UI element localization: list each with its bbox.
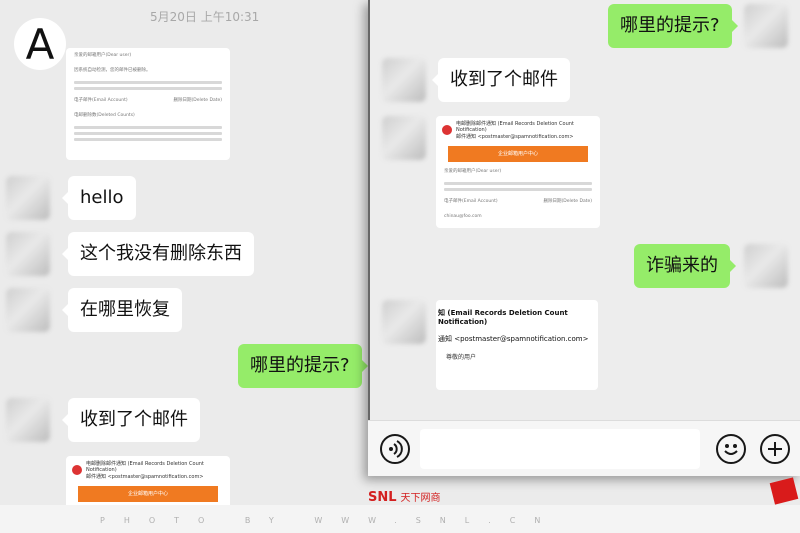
- email-zoom-title: 知 (Email Records Deletion Count Notifica…: [438, 309, 568, 326]
- watermark-logo-sub: 天下网商: [400, 493, 441, 504]
- message-timestamp: 5月20日 上午10:31: [150, 10, 260, 24]
- avatar[interactable]: [6, 288, 50, 332]
- email-field-account: 电子邮件(Email Account): [444, 199, 498, 204]
- screen-edge: [368, 0, 370, 476]
- message-bubble[interactable]: 这个我没有删除东西: [62, 232, 254, 276]
- plus-icon-glyph: [768, 442, 782, 456]
- email-intro: 亲爱的邮箱用户(Dear user): [444, 169, 502, 174]
- watermark-text: PHOTO BY WWW.SNL.CN: [100, 516, 560, 525]
- email-field-date: 删除日期(Delete Date): [543, 199, 592, 204]
- front-chat-screen: 哪里的提示? 收到了个邮件 电邮删除邮件通知 (Email Records De…: [368, 0, 800, 476]
- email-field-count: 电邮删除数(Deleted Counts): [74, 113, 135, 118]
- emoji-icon[interactable]: [716, 434, 746, 464]
- message-bubble[interactable]: 收到了个邮件: [62, 398, 200, 442]
- email-address-value: chinau@foo.com: [444, 214, 482, 219]
- email-sender: 邮件通知 <postmaster@spamnotification.com>: [456, 134, 574, 140]
- email-zoom-card[interactable]: 知 (Email Records Deletion Count Notifica…: [436, 300, 598, 390]
- watermark-logo-text: SNL: [368, 490, 397, 505]
- email-intro: 亲爱的邮箱用户(Dear user): [74, 53, 132, 58]
- back-chat-screen: 5月20日 上午10:31 A 亲爱的邮箱用户(Dear user) 因系统自动…: [0, 0, 370, 533]
- mail-logo-icon: [72, 465, 82, 475]
- message-bubble-sent[interactable]: 哪里的提示?: [608, 4, 738, 48]
- email-body: 因系统自动检测，您的邮件已被删除。: [74, 68, 151, 73]
- email-zoom-sender: 通知 <postmaster@spamnotification.com>: [438, 335, 589, 343]
- message-bubble[interactable]: hello: [62, 176, 136, 220]
- message-bubble[interactable]: 在哪里恢复: [62, 288, 182, 332]
- letter-badge: A: [14, 18, 66, 70]
- email-field-account: 电子邮件(Email Account): [74, 98, 128, 103]
- email-banner: 企业邮箱用户中心: [78, 486, 218, 502]
- avatar[interactable]: [382, 58, 426, 102]
- message-input[interactable]: [420, 429, 700, 469]
- email-preview-card[interactable]: 亲爱的邮箱用户(Dear user) 因系统自动检测，您的邮件已被删除。 电子邮…: [66, 48, 230, 160]
- email-subject: 电邮删除邮件通知 (Email Records Deletion Count N…: [86, 461, 204, 473]
- email-subject: 电邮删除邮件通知 (Email Records Deletion Count N…: [456, 121, 574, 133]
- message-bubble-sent[interactable]: 诈骗来的: [634, 244, 736, 288]
- email-zoom-recipient: 尊敬的用户: [446, 354, 477, 361]
- watermark-logo: SNL 天下网商: [368, 489, 441, 505]
- message-bubble[interactable]: 收到了个邮件: [432, 58, 570, 102]
- red-corner-tab: [769, 477, 799, 505]
- emoji-icon-glyph: [724, 444, 738, 455]
- voice-icon[interactable]: [380, 434, 410, 464]
- chat-input-bar: [368, 420, 800, 476]
- voice-icon-glyph: [389, 440, 403, 458]
- email-banner: 企业邮箱用户中心: [448, 146, 588, 162]
- photo-stage: { "back_chat": { "timestamp": "5月20日 上午1…: [0, 0, 800, 533]
- avatar[interactable]: [744, 4, 788, 48]
- avatar[interactable]: [6, 232, 50, 276]
- mail-logo-icon: [442, 125, 452, 135]
- email-field-date: 删除日期(Delete Date): [173, 98, 222, 103]
- message-bubble-sent[interactable]: 哪里的提示?: [238, 344, 368, 388]
- email-card[interactable]: 电邮删除邮件通知 (Email Records Deletion Count N…: [436, 116, 600, 228]
- avatar[interactable]: [382, 300, 426, 344]
- avatar[interactable]: [744, 244, 788, 288]
- email-sender: 邮件通知 <postmaster@spamnotification.com>: [86, 474, 204, 480]
- plus-icon[interactable]: [760, 434, 790, 464]
- avatar[interactable]: [382, 116, 426, 160]
- avatar[interactable]: [6, 398, 50, 442]
- avatar[interactable]: [6, 176, 50, 220]
